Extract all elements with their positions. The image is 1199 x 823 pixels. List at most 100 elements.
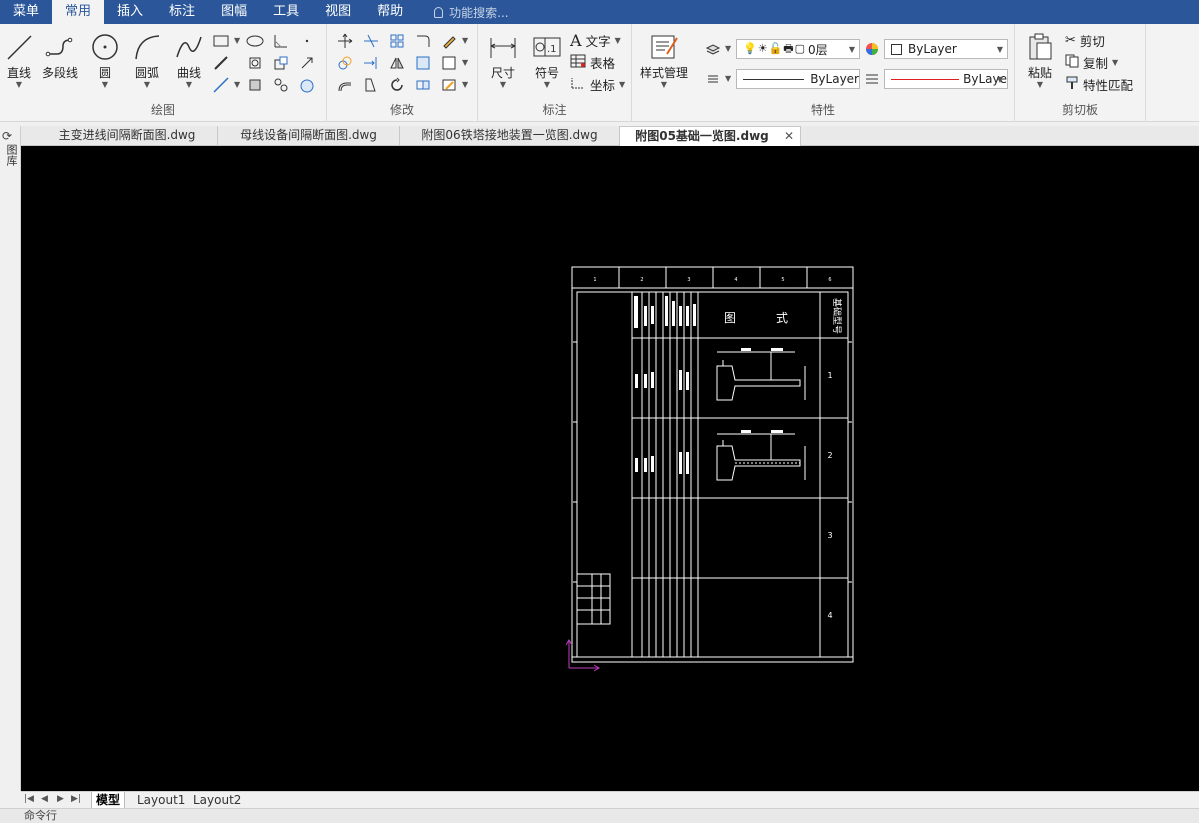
- match-properties-button[interactable]: 特性匹配: [1065, 75, 1133, 94]
- stretch-icon[interactable]: [362, 76, 380, 94]
- circle-button[interactable]: 圆 ▼: [90, 32, 120, 89]
- layout-tab-model[interactable]: 模型: [91, 792, 126, 808]
- boundary-icon[interactable]: [246, 76, 264, 94]
- cut-button[interactable]: ✂ 剪切: [1065, 31, 1105, 50]
- copy-button[interactable]: 复制 ▼: [1065, 53, 1118, 72]
- prev-tab-icon[interactable]: ◀: [41, 794, 48, 804]
- chevron-down-icon[interactable]: ▼: [725, 74, 731, 83]
- arc-button[interactable]: 圆弧 ▼: [132, 32, 162, 89]
- pencil-icon[interactable]: [440, 32, 458, 50]
- menu-item-help[interactable]: 帮助: [364, 0, 416, 24]
- chevron-down-icon[interactable]: ▼: [725, 44, 731, 53]
- chevron-down-icon: ▼: [101, 80, 109, 89]
- paste-button[interactable]: 粘贴 ▼: [1025, 32, 1055, 89]
- move-icon[interactable]: [336, 32, 354, 50]
- menu-item-frame[interactable]: 图幅: [208, 0, 260, 24]
- text-button[interactable]: A 文字 ▼: [570, 31, 621, 50]
- rectangle-icon[interactable]: [212, 32, 230, 50]
- doc-tab-label: 附图05基础一览图.dwg: [635, 129, 769, 143]
- layout-tab-layout1[interactable]: Layout1: [137, 792, 185, 808]
- feature-search[interactable]: 功能搜索...: [416, 4, 509, 21]
- annotate-group: 尺寸 ▼ .1 符号 ▼ A 文字 ▼ 表格 坐标 ▼ 标注: [478, 24, 632, 122]
- refresh-icon[interactable]: ⟳: [2, 129, 12, 143]
- edit-properties-icon[interactable]: [440, 76, 458, 94]
- coord-button[interactable]: 坐标 ▼: [570, 75, 625, 94]
- header-cell-label: 3: [687, 277, 690, 283]
- lineweight-select[interactable]: ByLaye ▼: [884, 69, 1008, 89]
- copy-object-icon[interactable]: [336, 54, 354, 72]
- point-icon[interactable]: [298, 32, 316, 50]
- table-icon: [570, 54, 586, 71]
- doc-tab[interactable]: 附图06铁塔接地装置一览图.dwg: [399, 126, 619, 146]
- svg-text:.1: .1: [547, 44, 557, 55]
- color-wheel-icon[interactable]: [863, 40, 881, 58]
- symbol-button[interactable]: .1 符号 ▼: [532, 32, 562, 89]
- fillet-icon[interactable]: [414, 32, 432, 50]
- layer-manager-icon[interactable]: [704, 40, 722, 58]
- doc-tab[interactable]: 主变进线间隔断面图.dwg: [37, 126, 217, 146]
- wipeout-icon[interactable]: [298, 76, 316, 94]
- explode-icon[interactable]: [440, 54, 458, 72]
- drawing-canvas[interactable]: 1 2 3 4 5 6 图 式 基础型号 1 2 3 4: [21, 146, 1199, 791]
- construction-line-icon[interactable]: [212, 76, 230, 94]
- doc-tab[interactable]: 母线设备间隔断面图.dwg: [217, 126, 399, 146]
- chevron-down-icon[interactable]: ▼: [462, 80, 468, 89]
- menu-item-main[interactable]: 菜单: [0, 0, 52, 24]
- last-tab-icon[interactable]: ▶|: [71, 794, 81, 804]
- drawing-sheet: 1 2 3 4 5 6 图 式 基础型号 1 2 3 4: [565, 266, 854, 672]
- chevron-down-icon[interactable]: ▼: [462, 36, 468, 45]
- color-select[interactable]: ByLayer ▼: [884, 39, 1008, 59]
- column-title: 图: [724, 311, 736, 325]
- array-icon[interactable]: [388, 32, 406, 50]
- doc-tab-label: 主变进线间隔断面图.dwg: [58, 128, 196, 142]
- dimension-button[interactable]: 尺寸 ▼: [488, 32, 518, 89]
- scale-icon[interactable]: [414, 54, 432, 72]
- header-cell-label: 1: [593, 277, 596, 283]
- style-manager-button[interactable]: 样式管理 ▼: [640, 32, 688, 89]
- list-icon[interactable]: [704, 70, 722, 88]
- chevron-down-icon[interactable]: ▼: [234, 80, 240, 89]
- menu-item-view[interactable]: 视图: [312, 0, 364, 24]
- menu-item-annotate[interactable]: 标注: [156, 0, 208, 24]
- line-button[interactable]: 直线 ▼: [4, 32, 34, 89]
- mirror-icon[interactable]: [388, 54, 406, 72]
- chevron-down-icon: ▼: [143, 80, 151, 89]
- chevron-down-icon: ▼: [185, 80, 193, 89]
- layer-select[interactable]: 💡☀🔓🖶▢ 0层 ▼: [736, 39, 860, 59]
- spline-button[interactable]: 曲线 ▼: [174, 32, 204, 89]
- dimension-icon: [488, 32, 518, 62]
- group-icon[interactable]: [272, 76, 290, 94]
- insert-block-icon[interactable]: [272, 54, 290, 72]
- menu-item-home[interactable]: 常用: [52, 0, 105, 24]
- ribbon: 直线 ▼ 多段线 圆 ▼ 圆弧 ▼ 曲线 ▼ ▼ ▼ 绘图 ▼ ▼ ▼ 修改 尺…: [0, 24, 1199, 122]
- hatch-line-icon[interactable]: [212, 54, 230, 72]
- angle-icon[interactable]: [272, 32, 290, 50]
- chevron-down-icon[interactable]: ▼: [462, 58, 468, 67]
- menu-item-insert[interactable]: 插入: [104, 0, 156, 24]
- ellipse-icon[interactable]: [246, 32, 264, 50]
- next-tab-icon[interactable]: ▶: [57, 794, 64, 804]
- extend-icon[interactable]: [362, 54, 380, 72]
- scissors-icon: ✂: [1065, 33, 1076, 48]
- menu-bar: 菜单 常用 插入 标注 图幅 工具 视图 帮助 功能搜索...: [0, 0, 1199, 24]
- lineweight-icon[interactable]: [863, 70, 881, 88]
- polyline-button[interactable]: 多段线: [42, 32, 78, 81]
- doc-tab-active[interactable]: 附图05基础一览图.dwg ✕: [619, 126, 801, 146]
- command-line[interactable]: 命令行: [0, 808, 1199, 823]
- library-panel-button[interactable]: 图库: [3, 144, 19, 166]
- break-icon[interactable]: [414, 76, 432, 94]
- close-icon[interactable]: ✕: [784, 127, 794, 146]
- draw-group-label: 绘图: [150, 103, 175, 117]
- spline-label: 曲线: [176, 66, 201, 80]
- arrow-icon[interactable]: [298, 54, 316, 72]
- offset-icon[interactable]: [336, 76, 354, 94]
- table-button[interactable]: 表格: [570, 53, 615, 72]
- linetype-select[interactable]: ByLayer: [736, 69, 860, 89]
- layout-tab-layout2[interactable]: Layout2: [193, 792, 241, 808]
- region-icon[interactable]: [246, 54, 264, 72]
- first-tab-icon[interactable]: |◀: [24, 794, 34, 804]
- menu-item-tools[interactable]: 工具: [260, 0, 312, 24]
- chevron-down-icon[interactable]: ▼: [234, 36, 240, 45]
- trim-icon[interactable]: [362, 32, 380, 50]
- rotate-icon[interactable]: [388, 76, 406, 94]
